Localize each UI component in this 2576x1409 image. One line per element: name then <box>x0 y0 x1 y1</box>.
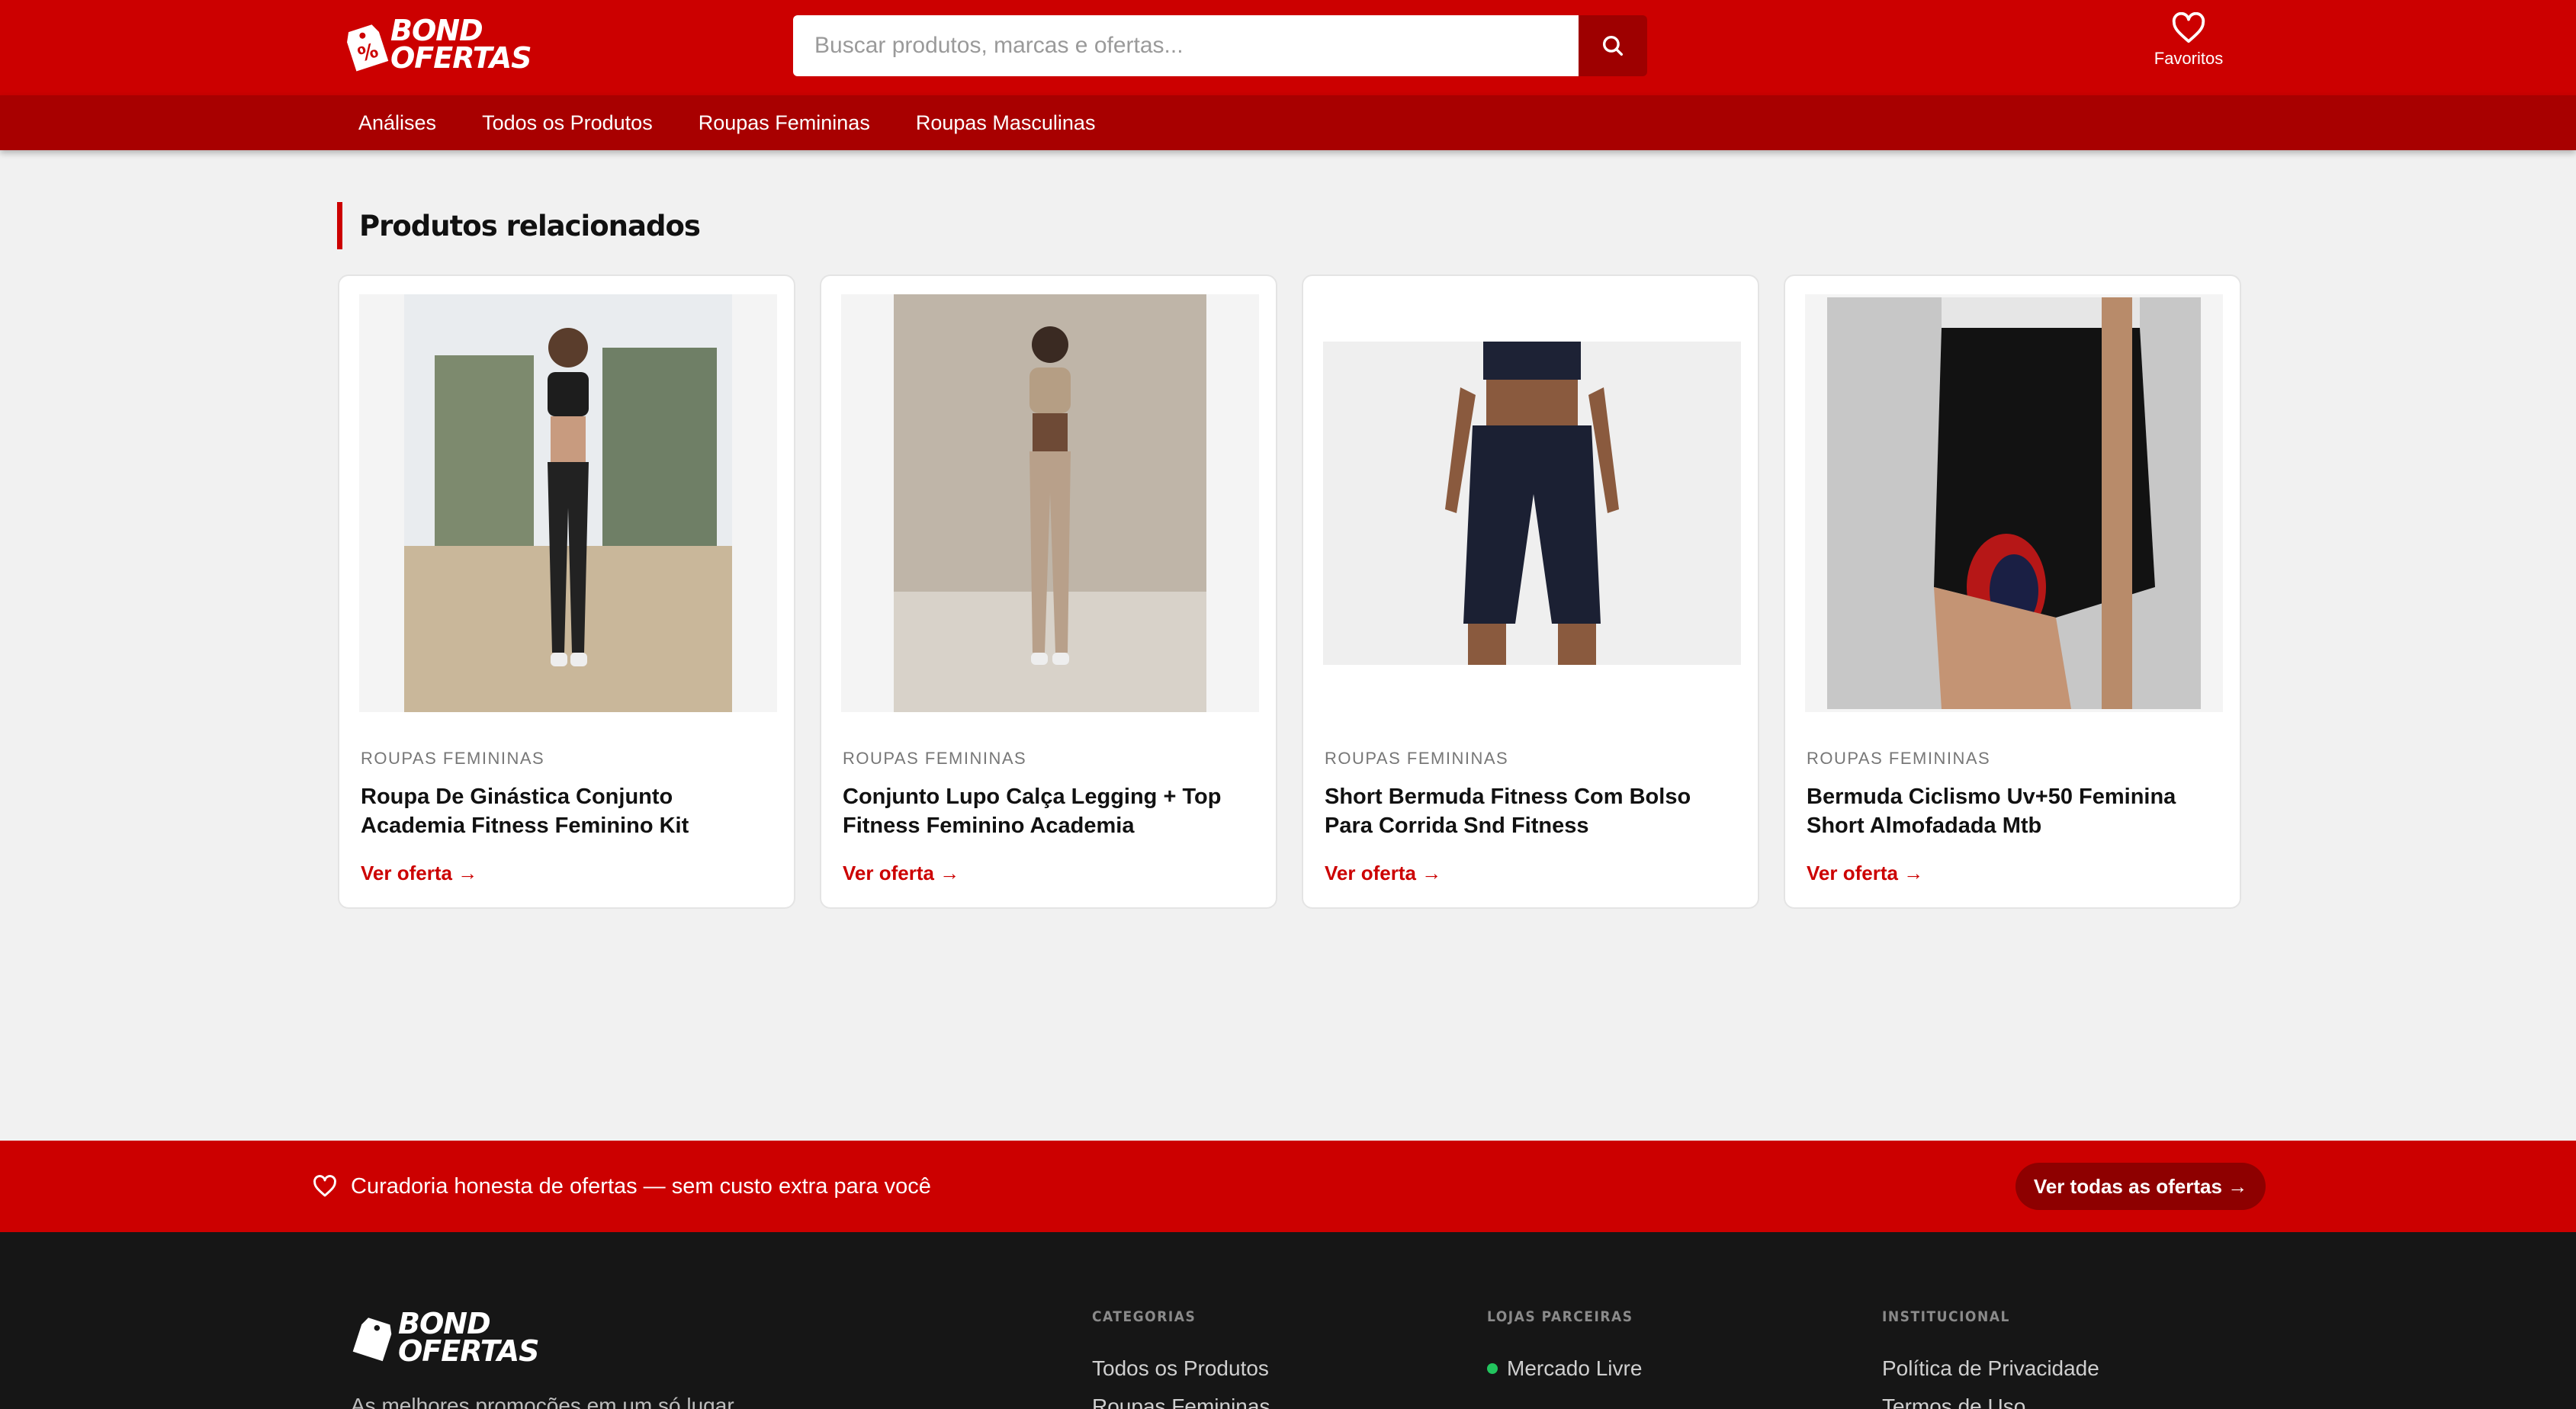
view-offer-link[interactable]: Ver oferta → <box>361 862 477 885</box>
product-category: ROUPAS FEMININAS <box>361 749 545 768</box>
product-title[interactable]: Short Bermuda Fitness Com Bolso Para Cor… <box>1325 782 1740 840</box>
nav-item-roupas-masculinas[interactable]: Roupas Masculinas <box>893 95 1119 150</box>
promo-strip: Curadoria honesta de ofertas — sem custo… <box>0 1141 2576 1232</box>
product-card[interactable]: ROUPAS FEMININAS Short Bermuda Fitness C… <box>1302 274 1759 909</box>
brand-logo[interactable]: % BOND OFERTAS <box>343 15 541 76</box>
page: % BOND OFERTAS Favoritos Análises <box>0 0 2576 1409</box>
search-bar <box>793 15 1647 76</box>
top-header: % BOND OFERTAS Favoritos <box>0 0 2576 95</box>
product-photo <box>404 294 732 712</box>
price-tag-icon: % <box>347 24 389 72</box>
product-grid: ROUPAS FEMININAS Roupa De Ginástica Conj… <box>338 274 2241 909</box>
green-dot-icon <box>1487 1363 1498 1374</box>
footer-logo[interactable]: BOND OFERTAS <box>352 1308 551 1369</box>
product-card[interactable]: ROUPAS FEMININAS Conjunto Lupo Calça Leg… <box>820 274 1277 909</box>
promo-message: Curadoria honesta de ofertas — sem custo… <box>313 1141 931 1232</box>
footer-link[interactable]: Termos de Uso <box>1882 1388 2099 1409</box>
view-offer-link[interactable]: Ver oferta → <box>843 862 959 885</box>
product-title[interactable]: Roupa De Ginástica Conjunto Academia Fit… <box>361 782 776 840</box>
search-button[interactable] <box>1579 15 1647 76</box>
footer-tagline: As melhores promoções em um só lugar <box>351 1394 734 1409</box>
footer-logo-line-2: OFERTAS <box>398 1334 540 1368</box>
promo-text: Curadoria honesta de ofertas — sem custo… <box>351 1173 931 1199</box>
product-card[interactable]: ROUPAS FEMININAS Roupa De Ginástica Conj… <box>338 274 795 909</box>
footer-column-lojas: LOJAS PARCEIRAS Mercado Livre <box>1487 1308 1642 1388</box>
product-image[interactable] <box>1323 294 1741 712</box>
section-title: Produtos relacionados <box>337 202 701 249</box>
product-category: ROUPAS FEMININAS <box>1807 749 1991 768</box>
search-input[interactable] <box>793 15 1579 76</box>
favorites-label: Favoritos <box>2154 49 2224 68</box>
logo-wordmark: BOND OFERTAS <box>390 14 532 75</box>
product-photo <box>1323 342 1741 665</box>
view-offer-link[interactable]: Ver oferta → <box>1807 862 1923 885</box>
footer-link[interactable]: Política de Privacidade <box>1882 1350 2099 1388</box>
favorites-button[interactable]: Favoritos <box>2143 12 2234 81</box>
footer-link[interactable]: Roupas Femininas <box>1092 1388 1270 1409</box>
search-icon <box>1602 35 1624 56</box>
price-tag-icon <box>352 1318 392 1362</box>
product-photo <box>894 294 1206 712</box>
product-title[interactable]: Bermuda Ciclismo Uv+50 Feminina Short Al… <box>1807 782 2222 840</box>
footer-column-title: INSTITUCIONAL <box>1882 1308 2010 1325</box>
footer-column-categorias: CATEGORIAS Todos os Produtos Roupas Femi… <box>1092 1308 1270 1409</box>
heart-icon <box>313 1175 336 1197</box>
product-image[interactable] <box>841 294 1259 712</box>
footer-link[interactable]: Todos os Produtos <box>1092 1350 1270 1388</box>
nav-item-analises[interactable]: Análises <box>336 95 459 150</box>
product-title[interactable]: Conjunto Lupo Calça Legging + Top Fitnes… <box>843 782 1258 840</box>
view-all-offers-button[interactable]: Ver todas as ofertas → <box>2016 1163 2266 1210</box>
category-nav: Análises Todos os Produtos Roupas Femini… <box>0 95 2576 150</box>
product-card[interactable]: ROUPAS FEMININAS Bermuda Ciclismo Uv+50 … <box>1784 274 2241 909</box>
product-category: ROUPAS FEMININAS <box>1325 749 1509 768</box>
product-image[interactable] <box>359 294 777 712</box>
product-category: ROUPAS FEMININAS <box>843 749 1027 768</box>
footer-column-institucional: INSTITUCIONAL Política de Privacidade Te… <box>1882 1308 2099 1409</box>
view-offer-link[interactable]: Ver oferta → <box>1325 862 1441 885</box>
logo-line-2: OFERTAS <box>390 41 532 75</box>
footer-column-title: CATEGORIAS <box>1092 1308 1196 1325</box>
nav-item-todos-os-produtos[interactable]: Todos os Produtos <box>459 95 676 150</box>
footer-link-store[interactable]: Mercado Livre <box>1487 1350 1642 1388</box>
footer-wordmark: BOND OFERTAS <box>398 1307 540 1368</box>
nav-item-roupas-femininas[interactable]: Roupas Femininas <box>676 95 893 150</box>
product-photo <box>1827 297 2201 709</box>
heart-icon <box>2172 12 2205 43</box>
footer-column-title: LOJAS PARCEIRAS <box>1487 1308 1633 1325</box>
product-image[interactable] <box>1805 294 2223 712</box>
site-footer: BOND OFERTAS As melhores promoções em um… <box>0 1232 2576 1409</box>
footer-logo-line-1: BOND <box>398 1307 491 1340</box>
logo-line-1: BOND <box>390 14 483 47</box>
footer-link-label: Mercado Livre <box>1507 1356 1643 1380</box>
